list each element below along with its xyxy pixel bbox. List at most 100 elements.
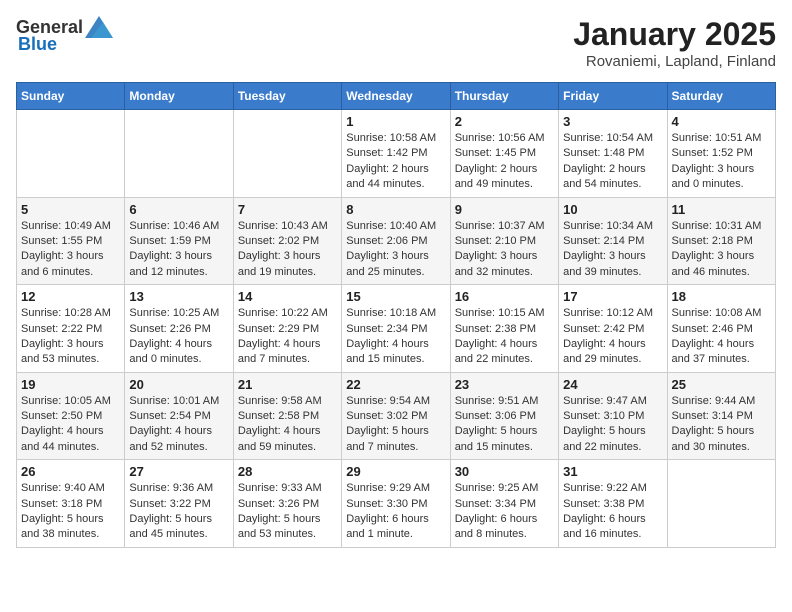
calendar-cell: 27Sunrise: 9:36 AM Sunset: 3:22 PM Dayli… — [125, 460, 233, 548]
day-info: Sunrise: 9:29 AM Sunset: 3:30 PM Dayligh… — [346, 481, 445, 543]
calendar-cell: 20 Sunrise: 10:01 AM Sunset: 2:54 PM Dayl… — [125, 372, 233, 460]
month-title: January 2025 — [573, 16, 776, 53]
day-number: 18 — [672, 289, 771, 304]
calendar-cell: 1Sunrise: 10:58 AM Sunset: 1:42 PM Dayli… — [342, 110, 450, 198]
day-info: Sunrise: 10:34 AM Sunset: 2:14 PM Daylig… — [563, 219, 662, 281]
day-info: Sunrise: 10:05 AM Sunset: 2:50 PM Daylig… — [21, 394, 120, 456]
calendar-week-1: 1Sunrise: 10:58 AM Sunset: 1:42 PM Dayli… — [17, 110, 776, 198]
calendar-cell: 24 Sunrise: 9:47 AM Sunset: 3:10 PM Dayli… — [559, 372, 667, 460]
day-info: Sunrise: 9:54 AM Sunset: 3:02 PM Dayligh… — [346, 394, 445, 456]
day-number: 30 — [455, 464, 554, 479]
day-number: 12 — [21, 289, 120, 304]
day-number: 10 — [563, 202, 662, 217]
day-number: 4 — [672, 114, 771, 129]
calendar-cell: 15 Sunrise: 10:18 AM Sunset: 2:34 PM Dayl… — [342, 285, 450, 373]
day-number: 31 — [563, 464, 662, 479]
day-info: Sunrise: 9:58 AM Sunset: 2:58 PM Dayligh… — [238, 394, 337, 456]
day-info: Sunrise: 10:28 AM Sunset: 2:22 PM Daylig… — [21, 306, 120, 368]
day-number: 25 — [672, 377, 771, 392]
day-number: 29 — [346, 464, 445, 479]
logo: General Blue — [16, 16, 113, 55]
day-number: 20 — [129, 377, 228, 392]
day-number: 22 — [346, 377, 445, 392]
day-number: 2 — [455, 114, 554, 129]
day-number: 7 — [238, 202, 337, 217]
day-info: Sunrise: 9:40 AM Sunset: 3:18 PM Dayligh… — [21, 481, 120, 543]
calendar-week-3: 12 Sunrise: 10:28 AM Sunset: 2:22 PM Dayl… — [17, 285, 776, 373]
day-number: 19 — [21, 377, 120, 392]
calendar-cell: 17 Sunrise: 10:12 AM Sunset: 2:42 PM Dayl… — [559, 285, 667, 373]
day-info: Sunrise: 10:51 AM Sunset: 1:52 PM Daylig… — [672, 131, 771, 193]
day-info: Sunrise: 10:31 AM Sunset: 2:18 PM Daylig… — [672, 219, 771, 281]
calendar-cell: 16Sunrise: 10:15 AM Sunset: 2:38 PM Dayl… — [450, 285, 558, 373]
calendar-cell: 10 Sunrise: 10:34 AM Sunset: 2:14 PM Dayl… — [559, 197, 667, 285]
day-number: 8 — [346, 202, 445, 217]
day-info: Sunrise: 10:54 AM Sunset: 1:48 PM Daylig… — [563, 131, 662, 193]
calendar-cell: 30 Sunrise: 9:25 AM Sunset: 3:34 PM Dayli… — [450, 460, 558, 548]
day-number: 15 — [346, 289, 445, 304]
day-info: Sunrise: 10:49 AM Sunset: 1:55 PM Daylig… — [21, 219, 120, 281]
day-number: 17 — [563, 289, 662, 304]
day-number: 6 — [129, 202, 228, 217]
title-block: January 2025 Rovaniemi, Lapland, Finland — [573, 16, 776, 70]
day-info: Sunrise: 10:25 AM Sunset: 2:26 PM Daylig… — [129, 306, 228, 368]
calendar-cell — [667, 460, 775, 548]
calendar-cell: 26 Sunrise: 9:40 AM Sunset: 3:18 PM Dayli… — [17, 460, 125, 548]
weekday-header-row: SundayMondayTuesdayWednesdayThursdayFrid… — [17, 83, 776, 110]
day-number: 9 — [455, 202, 554, 217]
day-info: Sunrise: 9:51 AM Sunset: 3:06 PM Dayligh… — [455, 394, 554, 456]
calendar-week-4: 19 Sunrise: 10:05 AM Sunset: 2:50 PM Dayl… — [17, 372, 776, 460]
day-number: 23 — [455, 377, 554, 392]
calendar-table: SundayMondayTuesdayWednesdayThursdayFrid… — [16, 82, 776, 548]
calendar-cell: 31 Sunrise: 9:22 AM Sunset: 3:38 PM Dayli… — [559, 460, 667, 548]
day-info: Sunrise: 10:37 AM Sunset: 2:10 PM Daylig… — [455, 219, 554, 281]
page-header: General Blue January 2025 Rovaniemi, Lap… — [16, 16, 776, 70]
weekday-header-wednesday: Wednesday — [342, 83, 450, 110]
day-number: 28 — [238, 464, 337, 479]
day-number: 14 — [238, 289, 337, 304]
weekday-header-friday: Friday — [559, 83, 667, 110]
day-info: Sunrise: 10:12 AM Sunset: 2:42 PM Daylig… — [563, 306, 662, 368]
calendar-cell — [125, 110, 233, 198]
logo-icon — [85, 16, 113, 38]
calendar-cell: 19 Sunrise: 10:05 AM Sunset: 2:50 PM Dayl… — [17, 372, 125, 460]
day-info: Sunrise: 9:33 AM Sunset: 3:26 PM Dayligh… — [238, 481, 337, 543]
weekday-header-monday: Monday — [125, 83, 233, 110]
calendar-cell: 4 Sunrise: 10:51 AM Sunset: 1:52 PM Dayli… — [667, 110, 775, 198]
day-info: Sunrise: 9:25 AM Sunset: 3:34 PM Dayligh… — [455, 481, 554, 543]
day-number: 11 — [672, 202, 771, 217]
day-number: 16 — [455, 289, 554, 304]
calendar-cell: 8 Sunrise: 10:40 AM Sunset: 2:06 PM Dayli… — [342, 197, 450, 285]
day-number: 24 — [563, 377, 662, 392]
location-title: Rovaniemi, Lapland, Finland — [573, 53, 776, 70]
calendar-week-5: 26 Sunrise: 9:40 AM Sunset: 3:18 PM Dayli… — [17, 460, 776, 548]
calendar-cell: 7 Sunrise: 10:43 AM Sunset: 2:02 PM Dayli… — [233, 197, 341, 285]
calendar-cell: 21 Sunrise: 9:58 AM Sunset: 2:58 PM Dayli… — [233, 372, 341, 460]
calendar-cell: 3 Sunrise: 10:54 AM Sunset: 1:48 PM Dayli… — [559, 110, 667, 198]
calendar-cell: 12 Sunrise: 10:28 AM Sunset: 2:22 PM Dayl… — [17, 285, 125, 373]
logo-blue: Blue — [18, 34, 57, 55]
weekday-header-saturday: Saturday — [667, 83, 775, 110]
day-info: Sunrise: 10:43 AM Sunset: 2:02 PM Daylig… — [238, 219, 337, 281]
day-info: Sunrise: 10:01 AM Sunset: 2:54 PM Daylig… — [129, 394, 228, 456]
calendar-cell: 6Sunrise: 10:46 AM Sunset: 1:59 PM Dayli… — [125, 197, 233, 285]
day-info: Sunrise: 10:18 AM Sunset: 2:34 PM Daylig… — [346, 306, 445, 368]
calendar-cell: 25Sunrise: 9:44 AM Sunset: 3:14 PM Dayli… — [667, 372, 775, 460]
day-number: 5 — [21, 202, 120, 217]
calendar-cell: 29 Sunrise: 9:29 AM Sunset: 3:30 PM Dayli… — [342, 460, 450, 548]
calendar-cell: 22 Sunrise: 9:54 AM Sunset: 3:02 PM Dayli… — [342, 372, 450, 460]
day-info: Sunrise: 9:47 AM Sunset: 3:10 PM Dayligh… — [563, 394, 662, 456]
day-number: 1 — [346, 114, 445, 129]
day-number: 3 — [563, 114, 662, 129]
day-number: 27 — [129, 464, 228, 479]
day-info: Sunrise: 9:22 AM Sunset: 3:38 PM Dayligh… — [563, 481, 662, 543]
calendar-cell: 5 Sunrise: 10:49 AM Sunset: 1:55 PM Dayli… — [17, 197, 125, 285]
calendar-cell: 28 Sunrise: 9:33 AM Sunset: 3:26 PM Dayli… — [233, 460, 341, 548]
day-number: 26 — [21, 464, 120, 479]
calendar-cell: 18Sunrise: 10:08 AM Sunset: 2:46 PM Dayl… — [667, 285, 775, 373]
calendar-cell: 2 Sunrise: 10:56 AM Sunset: 1:45 PM Dayli… — [450, 110, 558, 198]
day-info: Sunrise: 10:56 AM Sunset: 1:45 PM Daylig… — [455, 131, 554, 193]
calendar-cell: 14Sunrise: 10:22 AM Sunset: 2:29 PM Dayl… — [233, 285, 341, 373]
day-number: 21 — [238, 377, 337, 392]
day-info: Sunrise: 10:40 AM Sunset: 2:06 PM Daylig… — [346, 219, 445, 281]
